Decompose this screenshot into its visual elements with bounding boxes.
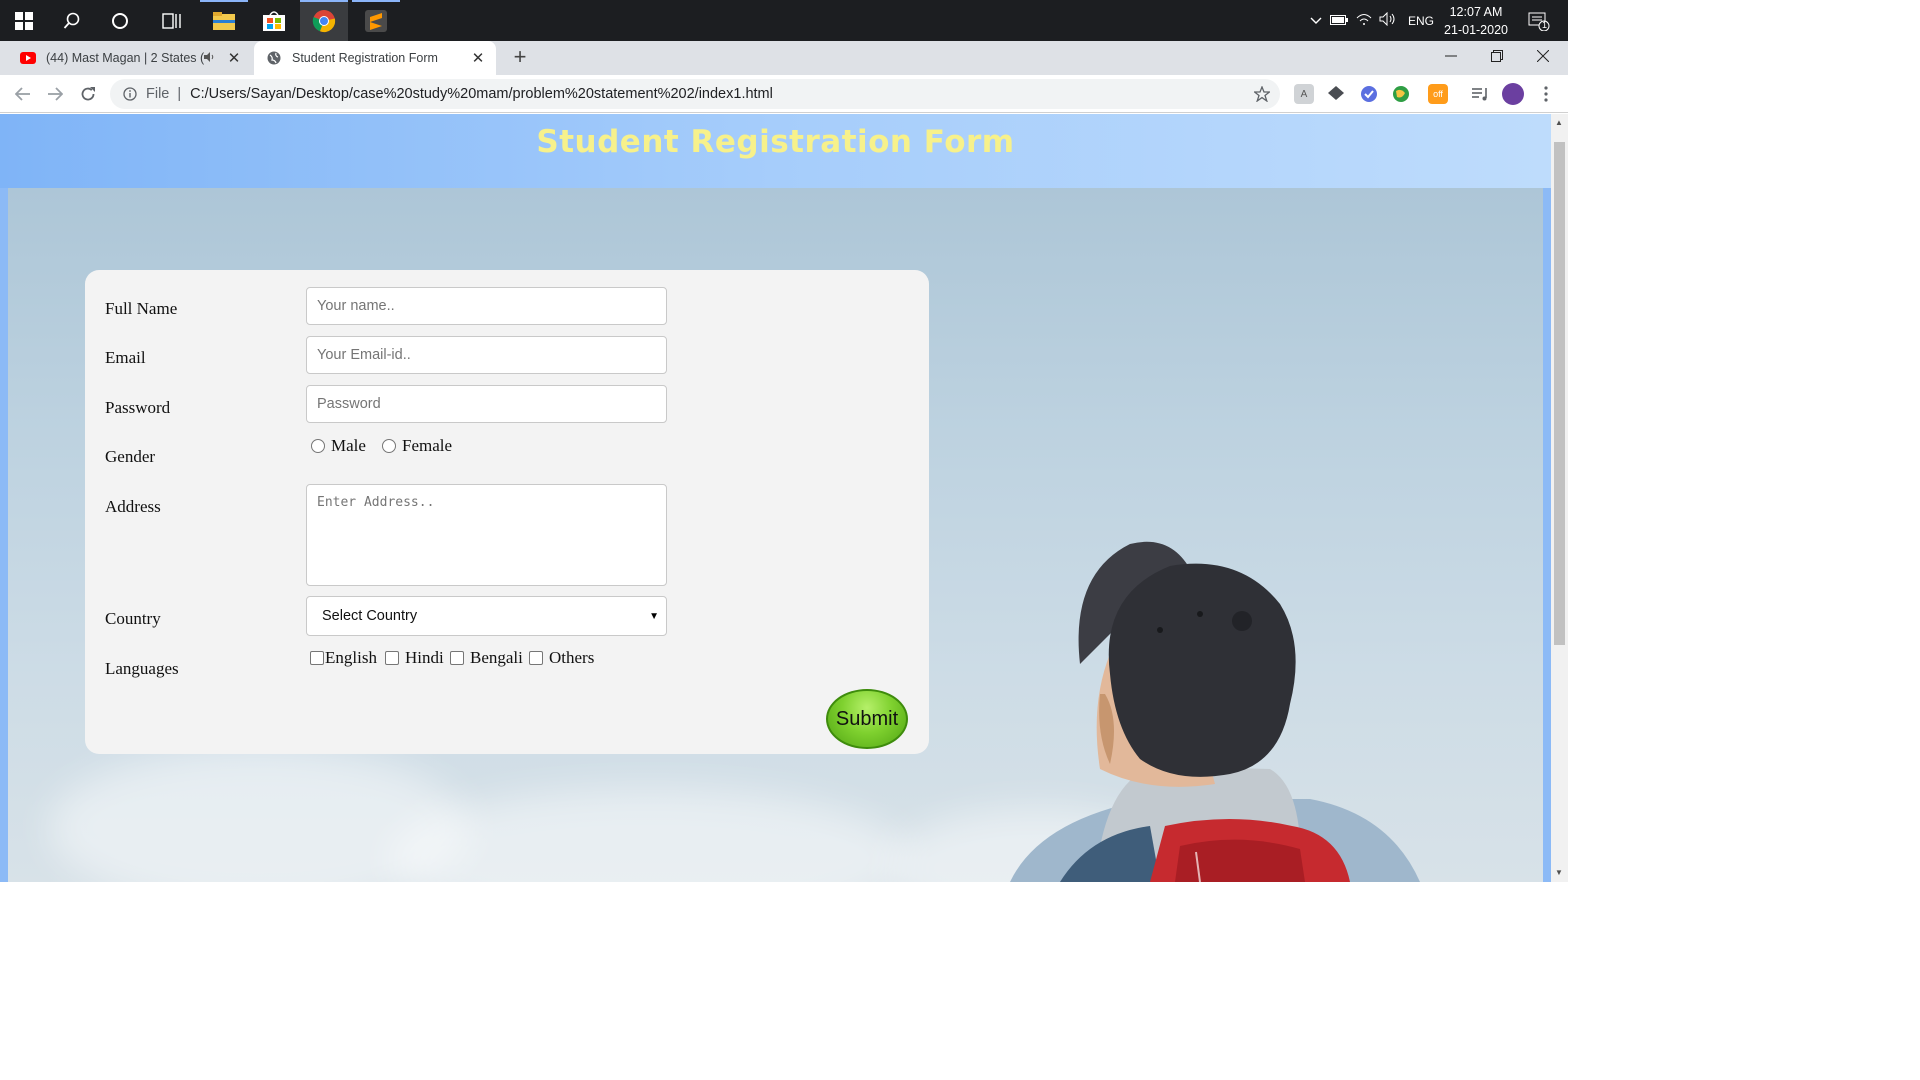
windows-taskbar: ENG 12:07 AM 21-01-2020 1 bbox=[0, 0, 1568, 41]
checkbox-bengali[interactable] bbox=[450, 651, 464, 665]
tab-title: (44) Mast Magan | 2 States (2 bbox=[46, 51, 204, 65]
country-select[interactable]: Select Country ▼ bbox=[306, 596, 667, 636]
info-icon[interactable] bbox=[122, 86, 138, 102]
sublime-text-icon[interactable] bbox=[352, 0, 400, 41]
password-label: Password bbox=[105, 398, 171, 417]
minimize-button[interactable] bbox=[1428, 41, 1474, 71]
url-text[interactable]: C:/Users/Sayan/Desktop/case%20study%20ma… bbox=[190, 86, 773, 102]
checkbox-label-hindi: Hindi bbox=[405, 648, 444, 667]
address-label: Address bbox=[105, 497, 161, 516]
separator: | bbox=[177, 86, 182, 102]
scroll-down-arrow-icon[interactable]: ▼ bbox=[1555, 868, 1563, 877]
email-input[interactable] bbox=[306, 336, 667, 374]
languages-label: Languages bbox=[105, 659, 179, 678]
battery-icon[interactable] bbox=[1326, 14, 1352, 28]
language-option-hindi[interactable]: Hindi bbox=[385, 648, 444, 668]
tab-title: Student Registration Form bbox=[292, 51, 438, 65]
checkbox-english[interactable] bbox=[310, 651, 324, 665]
gender-option-female[interactable]: Female bbox=[382, 436, 452, 456]
globe-icon bbox=[266, 50, 282, 66]
avatar[interactable] bbox=[1502, 83, 1524, 105]
address-bar[interactable]: File | C:/Users/Sayan/Desktop/case%20stu… bbox=[110, 79, 1280, 109]
task-view-icon[interactable] bbox=[148, 0, 196, 41]
full-name-label: Full Name bbox=[105, 299, 178, 318]
scroll-thumb[interactable] bbox=[1554, 142, 1565, 645]
browser-tab-strip: (44) Mast Magan | 2 States (2 ✕ Student … bbox=[0, 41, 1568, 75]
full-name-input[interactable] bbox=[306, 287, 667, 325]
extension-layers-icon[interactable] bbox=[1326, 84, 1346, 104]
checkbox-others[interactable] bbox=[529, 651, 543, 665]
extension-off-badge-icon[interactable]: off bbox=[1428, 84, 1448, 104]
right-edge-strip bbox=[1543, 188, 1551, 882]
checkbox-label-bengali: Bengali bbox=[470, 648, 523, 667]
language-indicator[interactable]: ENG bbox=[1408, 14, 1434, 28]
close-window-button[interactable] bbox=[1520, 41, 1566, 71]
submit-button[interactable]: Submit bbox=[826, 689, 908, 749]
scroll-up-arrow-icon[interactable]: ▲ bbox=[1555, 118, 1563, 127]
extension-check-icon[interactable] bbox=[1359, 84, 1379, 104]
chrome-icon[interactable] bbox=[300, 0, 348, 41]
bookmark-star-icon[interactable] bbox=[1252, 85, 1272, 106]
checkbox-label-english: English bbox=[325, 648, 377, 667]
system-tray: ENG bbox=[1306, 0, 1434, 41]
registration-form: Full Name Email Password Gender Male Fem… bbox=[85, 270, 929, 754]
wifi-icon[interactable] bbox=[1352, 13, 1376, 28]
person-backpack-image bbox=[1010, 541, 1420, 882]
media-control-icon[interactable] bbox=[1470, 84, 1490, 104]
browser-toolbar: File | C:/Users/Sayan/Desktop/case%20stu… bbox=[0, 75, 1568, 113]
restore-button[interactable] bbox=[1474, 41, 1520, 71]
gender-label: Gender bbox=[105, 447, 156, 466]
radio-female[interactable] bbox=[382, 439, 396, 453]
menu-kebab-icon[interactable] bbox=[1536, 84, 1556, 104]
checkbox-label-others: Others bbox=[549, 648, 595, 667]
extension-globe-icon[interactable] bbox=[1391, 84, 1411, 104]
tab-youtube[interactable]: (44) Mast Magan | 2 States (2 ✕ bbox=[8, 41, 252, 75]
clock-date: 21-01-2020 bbox=[1444, 23, 1508, 37]
extension-reader-icon[interactable]: A bbox=[1294, 84, 1314, 104]
page-title: Student Registration Form bbox=[536, 124, 1015, 160]
language-option-others[interactable]: Others bbox=[529, 648, 594, 668]
speaker-icon[interactable] bbox=[204, 51, 222, 65]
language-option-english[interactable]: English bbox=[310, 648, 377, 668]
new-tab-button[interactable]: + bbox=[508, 46, 532, 70]
gender-option-male[interactable]: Male bbox=[311, 436, 366, 456]
language-option-bengali[interactable]: Bengali bbox=[450, 648, 523, 668]
chevron-up-icon[interactable] bbox=[1306, 14, 1326, 28]
tab-student-registration[interactable]: Student Registration Form ✕ bbox=[254, 41, 496, 75]
notification-count: 1 bbox=[1542, 20, 1548, 30]
notification-icon[interactable]: 1 bbox=[1515, 0, 1563, 41]
page-header: Student Registration Form bbox=[0, 114, 1551, 188]
volume-icon[interactable] bbox=[1376, 11, 1400, 29]
left-edge-strip bbox=[0, 188, 8, 882]
scheme-label: File bbox=[146, 86, 170, 102]
reload-button[interactable] bbox=[75, 81, 101, 107]
country-label: Country bbox=[105, 609, 161, 628]
cortana-icon[interactable] bbox=[96, 0, 144, 41]
file-explorer-icon[interactable] bbox=[200, 0, 248, 41]
microsoft-store-icon[interactable] bbox=[250, 0, 298, 41]
page-scrollbar[interactable]: ▲ ▼ bbox=[1551, 114, 1568, 882]
youtube-icon bbox=[20, 50, 36, 66]
clock[interactable]: 12:07 AM 21-01-2020 bbox=[1444, 3, 1508, 39]
email-label: Email bbox=[105, 348, 146, 367]
radio-male[interactable] bbox=[311, 439, 325, 453]
radio-label-female: Female bbox=[402, 436, 453, 455]
password-input[interactable] bbox=[306, 385, 667, 423]
close-tab-icon[interactable]: ✕ bbox=[466, 49, 490, 67]
address-textarea[interactable] bbox=[306, 484, 667, 586]
forward-button[interactable] bbox=[42, 81, 68, 107]
radio-label-male: Male bbox=[331, 436, 366, 455]
close-tab-icon[interactable]: ✕ bbox=[222, 49, 246, 67]
page-viewport: Student Registration Form Full Name Emai… bbox=[0, 114, 1551, 882]
back-button[interactable] bbox=[10, 81, 36, 107]
country-selected-value: Select Country bbox=[322, 608, 418, 624]
search-icon[interactable] bbox=[48, 0, 96, 41]
dropdown-caret-icon: ▼ bbox=[649, 610, 659, 622]
windows-start-icon[interactable] bbox=[0, 0, 48, 41]
clock-time: 12:07 AM bbox=[1449, 5, 1503, 19]
checkbox-hindi[interactable] bbox=[385, 651, 399, 665]
